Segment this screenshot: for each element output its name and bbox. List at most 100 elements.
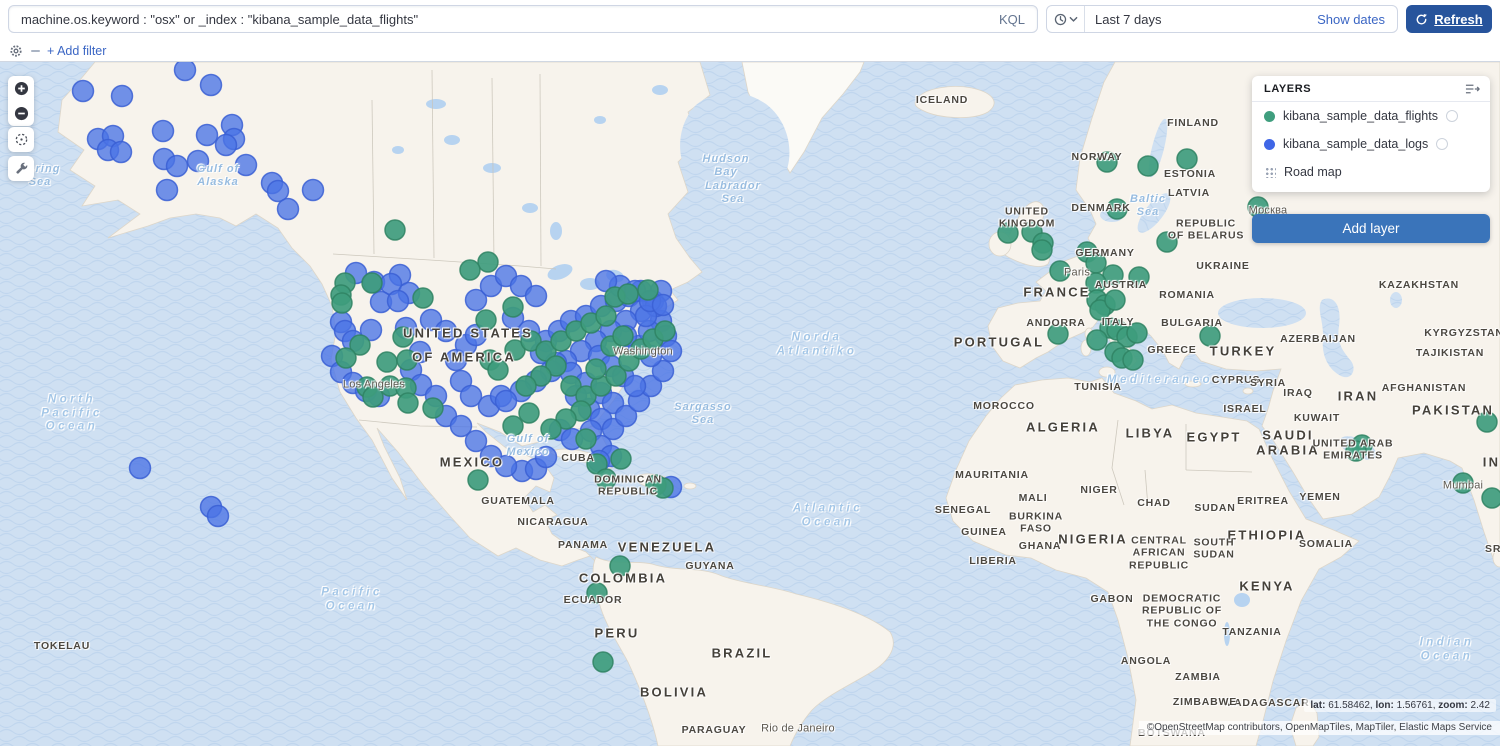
logs-point	[188, 151, 209, 172]
flights-point	[488, 360, 508, 380]
collapse-panel-icon[interactable]	[1465, 83, 1480, 95]
flights-point	[1105, 290, 1125, 310]
zoom-control	[8, 76, 34, 126]
flights-point	[1050, 261, 1070, 281]
zoom-value: 2.42	[1471, 700, 1490, 711]
flights-point	[478, 252, 498, 272]
flights-point	[1453, 473, 1473, 493]
query-input[interactable]: machine.os.keyword : "osx" or _index : "…	[8, 5, 1038, 33]
flights-point	[385, 220, 405, 240]
layer-row[interactable]: kibana_sample_data_flights	[1252, 102, 1490, 130]
flights-point	[1346, 441, 1366, 461]
layers-list: kibana_sample_data_flights kibana_sample_…	[1252, 102, 1490, 186]
logs-point	[496, 391, 517, 412]
flights-point	[468, 470, 488, 490]
layers-panel-title: LAYERS	[1264, 83, 1311, 95]
map-canvas[interactable]: Bering SeaGulf of AlaskaHudson BayLabrad…	[0, 62, 1500, 746]
layer-visibility-icon[interactable]	[1446, 110, 1458, 122]
add-layer-button[interactable]: Add layer	[1252, 214, 1490, 243]
flights-point	[1123, 350, 1143, 370]
layer-row[interactable]: kibana_sample_data_logs	[1252, 130, 1490, 158]
logs-point	[625, 376, 646, 397]
zoom-out-icon	[14, 106, 29, 121]
flights-point	[1177, 149, 1197, 169]
flights-point	[610, 556, 630, 576]
fit-to-data-control	[8, 127, 34, 152]
flights-point	[413, 288, 433, 308]
flights-point	[1086, 253, 1106, 273]
show-dates-button[interactable]: Show dates	[1317, 12, 1397, 27]
logs-point	[130, 458, 151, 479]
flights-point	[587, 583, 607, 603]
gear-icon	[9, 44, 23, 58]
lat-label: lat:	[1310, 700, 1325, 711]
zoom-out-button[interactable]	[8, 101, 34, 126]
flights-point	[362, 273, 382, 293]
flights-point	[1138, 156, 1158, 176]
kibana-maps-app: machine.os.keyword : "osx" or _index : "…	[0, 0, 1500, 746]
crosshair-icon	[14, 132, 29, 147]
flights-point	[336, 348, 356, 368]
zoom-label: zoom:	[1438, 700, 1467, 711]
layer-visibility-icon[interactable]	[1436, 138, 1448, 150]
query-header: machine.os.keyword : "osx" or _index : "…	[0, 0, 1500, 62]
logs-point	[197, 125, 218, 146]
map-attribution: ©OpenStreetMap contributors, OpenMapTile…	[1139, 721, 1500, 735]
layer-row[interactable]: Road map	[1252, 158, 1490, 186]
flights-point	[1032, 240, 1052, 260]
flights-point	[596, 306, 616, 326]
date-picker: Last 7 days Show dates	[1046, 5, 1398, 33]
logs-point	[73, 81, 94, 102]
refresh-label: Refresh	[1434, 12, 1482, 27]
logs-point	[496, 456, 517, 477]
flights-point	[1157, 232, 1177, 252]
flights-point	[1097, 152, 1117, 172]
flights-point	[398, 393, 418, 413]
chevron-down-icon	[1069, 15, 1078, 24]
flights-point	[516, 376, 536, 396]
fit-to-data-button[interactable]	[8, 127, 34, 152]
logs-point	[216, 135, 237, 156]
refresh-button[interactable]: Refresh	[1406, 5, 1492, 33]
layer-name: kibana_sample_data_logs	[1283, 137, 1428, 151]
zoom-in-button[interactable]	[8, 76, 34, 101]
filter-settings-button[interactable]	[8, 43, 24, 59]
flights-point	[393, 327, 413, 347]
logs-point	[167, 156, 188, 177]
logs-point	[436, 321, 457, 342]
lat-value: 61.58462,	[1328, 700, 1373, 711]
layers-panel: LAYERS kibana_sample_data_flightskibana_…	[1252, 76, 1490, 192]
flights-point	[638, 280, 658, 300]
tools-control	[8, 156, 34, 181]
query-language-label[interactable]: KQL	[999, 12, 1025, 27]
flights-point	[1107, 199, 1127, 219]
layer-swatch-dot	[1264, 111, 1275, 122]
add-filter-button[interactable]: + Add filter	[47, 44, 106, 58]
flights-point	[397, 350, 417, 370]
logs-point	[111, 142, 132, 163]
time-quick-select-button[interactable]	[1047, 6, 1085, 32]
refresh-icon	[1415, 13, 1428, 26]
flights-point	[460, 260, 480, 280]
layer-name: kibana_sample_data_flights	[1283, 109, 1438, 123]
logs-point	[236, 155, 257, 176]
flights-point	[541, 419, 561, 439]
logs-point	[153, 121, 174, 142]
query-text[interactable]: machine.os.keyword : "osx" or _index : "…	[21, 12, 418, 27]
grid-icon	[1264, 166, 1276, 178]
flights-point	[1048, 324, 1068, 344]
time-range-value[interactable]: Last 7 days	[1085, 12, 1317, 27]
lon-label: lon:	[1375, 700, 1393, 711]
flights-point	[618, 284, 638, 304]
flights-point	[476, 310, 496, 330]
logs-point	[388, 291, 409, 312]
flights-point	[576, 429, 596, 449]
flights-point	[655, 321, 675, 341]
flights-point	[363, 387, 383, 407]
logs-point	[526, 286, 547, 307]
zoom-in-icon	[14, 81, 29, 96]
flights-point	[503, 416, 523, 436]
tools-button[interactable]	[8, 156, 34, 181]
logs-point	[278, 199, 299, 220]
logs-point	[536, 447, 557, 468]
